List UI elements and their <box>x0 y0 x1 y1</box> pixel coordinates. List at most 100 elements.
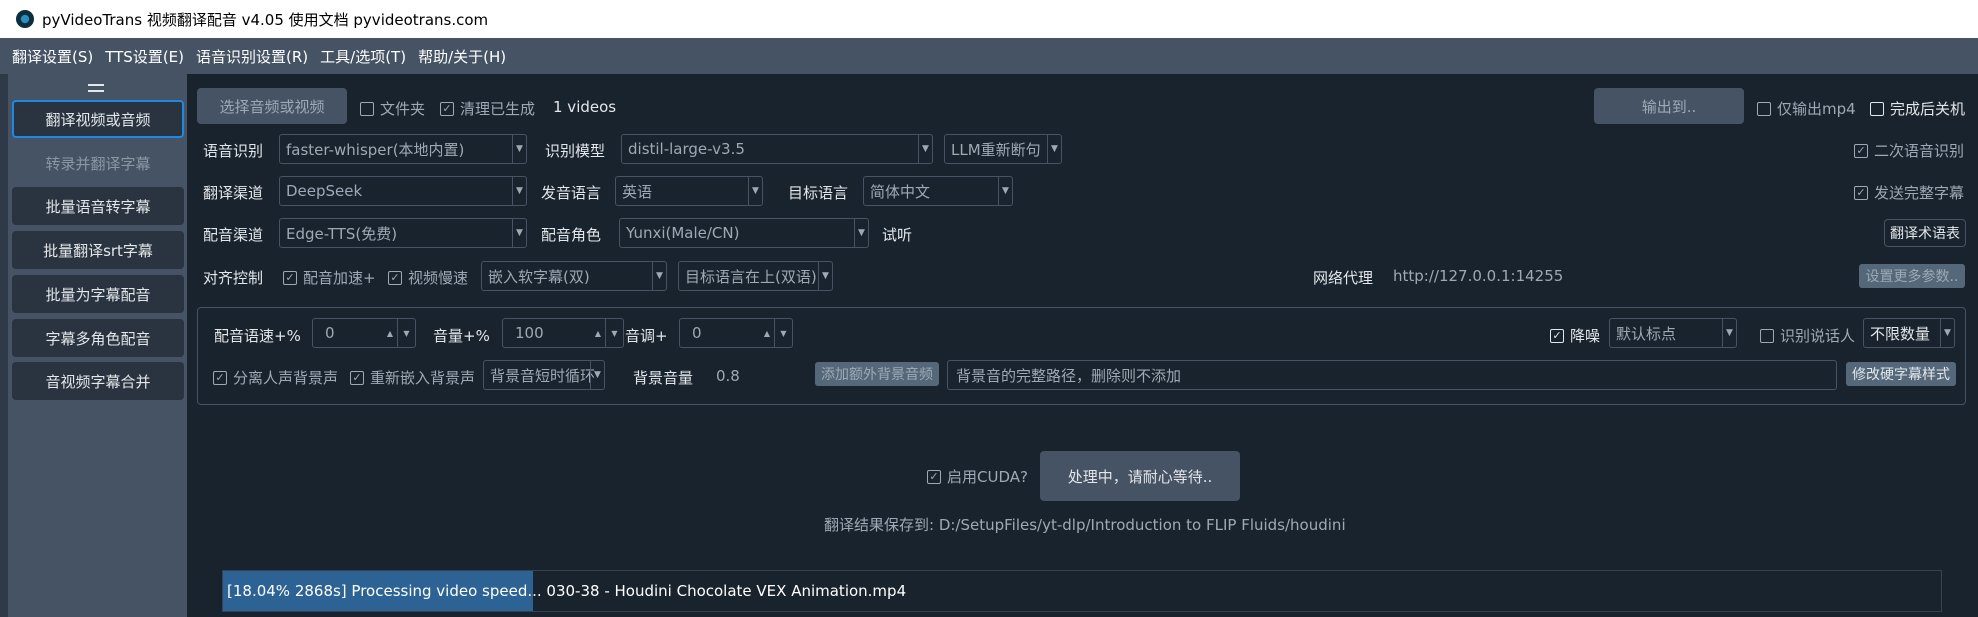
app-logo-icon <box>16 10 34 28</box>
sidebar-item-multi-role-dub[interactable]: 字幕多角色配音 <box>12 319 184 357</box>
spin-up-icon[interactable]: ▲ <box>591 319 605 347</box>
chevron-down-icon: ▼ <box>918 135 932 163</box>
save-path-text[interactable]: 翻译结果保存到: D:/SetupFiles/yt-dlp/Introducti… <box>824 514 1346 535</box>
dub-speedup-checkbox[interactable]: ✓ 配音加速+ <box>283 267 376 288</box>
pitch-label: 音调+ <box>625 327 668 345</box>
send-full-subtitle-checkbox[interactable]: ✓ 发送完整字幕 <box>1854 182 1964 203</box>
sidebar-item-merge[interactable]: 音视频字幕合并 <box>12 362 184 400</box>
voice-role-select[interactable]: Yunxi(Male/CN) ▼ <box>619 218 869 248</box>
add-background-audio-button[interactable]: 添加额外背景音频 <box>815 362 939 386</box>
chevron-down-icon: ▼ <box>652 262 666 290</box>
subtitle-embed-select[interactable]: 嵌入软字幕(双) ▼ <box>481 261 667 291</box>
folder-checkbox[interactable]: 文件夹 <box>360 98 425 119</box>
menu-bar: 翻译设置(S) TTS设置(E) 语音识别设置(R) 工具/选项(T) 帮助/关… <box>0 38 1978 74</box>
check-icon: ✓ <box>213 370 227 385</box>
menu-tools[interactable]: 工具/选项(T) <box>320 46 406 67</box>
voice-rate-spinbox[interactable]: 0 ▲ ▼ <box>312 318 416 348</box>
check-icon: ✓ <box>1854 143 1868 158</box>
check-icon: ✓ <box>440 101 454 116</box>
voice-role-label: 配音角色 <box>541 226 602 244</box>
chevron-down-icon: ▼ <box>998 177 1012 205</box>
window-edge <box>0 74 8 617</box>
spin-up-icon[interactable]: ▲ <box>383 319 397 347</box>
check-icon: ✓ <box>1854 185 1868 200</box>
progress-text: [18.04% 2868s] Processing video speed...… <box>227 582 907 600</box>
output-to-button[interactable]: 输出到.. <box>1594 88 1744 124</box>
drag-handle-icon[interactable] <box>88 84 104 92</box>
identify-speaker-check-box <box>1760 328 1774 343</box>
identify-speaker-checkbox[interactable]: 识别说话人 <box>1760 325 1855 346</box>
sidebar-item-transcribe-translate[interactable]: 转录并翻译字幕 <box>12 144 184 182</box>
spin-up-icon[interactable]: ▲ <box>760 319 774 347</box>
sidebar-item-batch-dub[interactable]: 批量为字幕配音 <box>12 275 184 313</box>
chevron-down-icon: ▼ <box>748 177 762 205</box>
spin-down-icon[interactable]: ▼ <box>774 319 792 347</box>
chevron-down-icon: ▼ <box>512 219 526 247</box>
tts-channel-label: 配音渠道 <box>203 226 264 244</box>
menu-translate-settings[interactable]: 翻译设置(S) <box>12 46 93 67</box>
background-path-input[interactable]: 背景音的完整路径，删除则不添加 <box>947 360 1837 390</box>
sidebar-item-translate-video[interactable]: 翻译视频或音频 <box>12 100 184 138</box>
select-media-button[interactable]: 选择音频或视频 <box>197 88 347 124</box>
background-volume-label: 背景音量 <box>633 369 694 387</box>
source-language-label: 发音语言 <box>541 184 602 202</box>
check-icon: ✓ <box>1550 328 1564 343</box>
asr-engine-select[interactable]: faster-whisper(本地内置) ▼ <box>279 134 527 164</box>
chevron-down-icon: ▼ <box>512 177 526 205</box>
spin-down-icon[interactable]: ▼ <box>397 319 415 347</box>
menu-help[interactable]: 帮助/关于(H) <box>418 46 506 67</box>
target-language-label: 目标语言 <box>788 184 849 202</box>
sidebar-item-batch-asr[interactable]: 批量语音转字幕 <box>12 187 184 225</box>
reembed-background-checkbox[interactable]: ✓ 重新嵌入背景声 <box>350 367 475 388</box>
chevron-down-icon: ▼ <box>1940 319 1954 347</box>
more-settings-button[interactable]: 设置更多参数.. <box>1859 264 1965 288</box>
second-asr-checkbox[interactable]: ✓ 二次语音识别 <box>1854 140 1964 161</box>
chevron-down-icon: ▼ <box>1722 319 1736 347</box>
asr-model-select[interactable]: distil-large-v3.5 ▼ <box>621 134 933 164</box>
shutdown-checkbox[interactable]: 完成后关机 <box>1870 98 1965 119</box>
clean-generated-checkbox[interactable]: ✓ 清理已生成 <box>440 98 535 119</box>
hard-subtitle-style-button[interactable]: 修改硬字幕样式 <box>1846 362 1956 386</box>
chevron-down-icon: ▼ <box>512 135 526 163</box>
folder-check-box <box>360 101 374 116</box>
punctuation-select[interactable]: 默认标点 ▼ <box>1609 318 1737 348</box>
window-title: pyVideoTrans 视频翻译配音 v4.05 使用文档 pyvideotr… <box>42 10 489 29</box>
pitch-spinbox[interactable]: 0 ▲ ▼ <box>679 318 793 348</box>
glossary-button[interactable]: 翻译术语表 <box>1884 219 1966 247</box>
check-icon: ✓ <box>388 270 402 285</box>
tts-channel-select[interactable]: Edge-TTS(免费) ▼ <box>279 218 527 248</box>
denoise-checkbox[interactable]: ✓ 降噪 <box>1550 325 1600 346</box>
shutdown-check-box <box>1870 101 1884 116</box>
background-volume-value[interactable]: 0.8 <box>716 367 740 385</box>
check-icon: ✓ <box>350 370 364 385</box>
proxy-label: 网络代理 <box>1313 269 1374 287</box>
asr-label: 语音识别 <box>203 142 264 160</box>
chevron-down-icon: ▼ <box>818 262 832 290</box>
title-bar: pyVideoTrans 视频翻译配音 v4.05 使用文档 pyvideotr… <box>0 0 1978 38</box>
chevron-down-icon: ▼ <box>1047 135 1061 163</box>
subtitle-position-select[interactable]: 目标语言在上(双语) ▼ <box>678 261 833 291</box>
main-panel: 选择音频或视频 文件夹 ✓ 清理已生成 1 videos 输出到.. 仅输出mp… <box>187 74 1978 617</box>
translate-channel-select[interactable]: DeepSeek ▼ <box>279 176 527 206</box>
llm-resplit-select[interactable]: LLM重新断句 ▼ <box>944 134 1062 164</box>
menu-tts-settings[interactable]: TTS设置(E) <box>105 46 184 67</box>
process-button[interactable]: 处理中，请耐心等待.. <box>1040 451 1240 501</box>
video-slow-checkbox[interactable]: ✓ 视频慢速 <box>388 267 468 288</box>
file-count: 1 videos <box>553 98 617 116</box>
voice-rate-label: 配音语速+% <box>214 327 301 345</box>
source-language-select[interactable]: 英语 ▼ <box>615 176 763 206</box>
check-icon: ✓ <box>283 270 297 285</box>
only-mp4-check-box <box>1757 101 1771 116</box>
volume-spinbox[interactable]: 100 ▲ ▼ <box>502 318 624 348</box>
separate-vocals-checkbox[interactable]: ✓ 分离人声背景声 <box>213 367 338 388</box>
speaker-count-select[interactable]: 不限数量 ▼ <box>1863 318 1955 348</box>
background-loop-select[interactable]: 背景音短时循环 ▼ <box>483 360 605 390</box>
proxy-value[interactable]: http://127.0.0.1:14255 <box>1393 267 1563 285</box>
target-language-select[interactable]: 简体中文 ▼ <box>863 176 1013 206</box>
listen-button[interactable]: 试听 <box>882 224 912 245</box>
menu-asr-settings[interactable]: 语音识别设置(R) <box>196 46 308 67</box>
only-mp4-checkbox[interactable]: 仅输出mp4 <box>1757 98 1856 119</box>
sidebar-item-batch-translate-srt[interactable]: 批量翻译srt字幕 <box>12 231 184 269</box>
enable-cuda-checkbox[interactable]: ✓ 启用CUDA? <box>927 466 1028 487</box>
spin-down-icon[interactable]: ▼ <box>605 319 623 347</box>
